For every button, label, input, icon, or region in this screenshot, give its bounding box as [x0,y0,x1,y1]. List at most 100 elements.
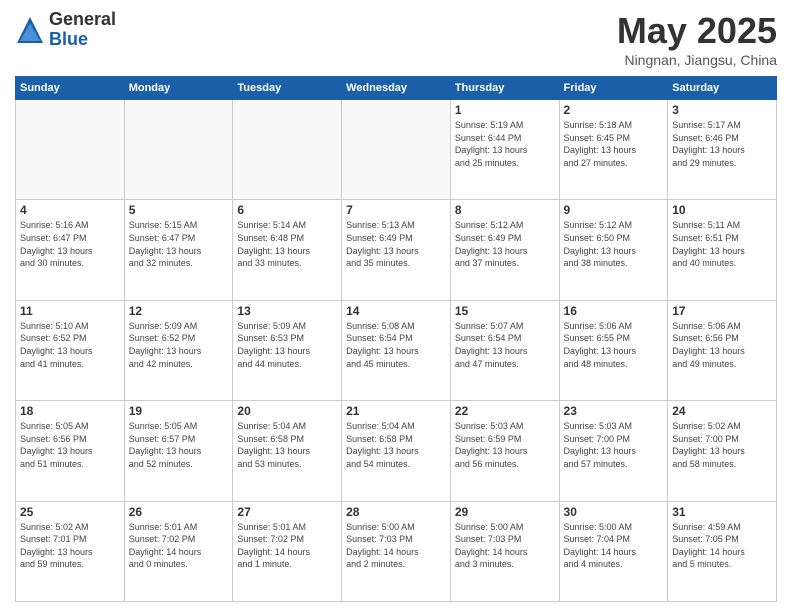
cell-w1-d3 [342,100,451,200]
day-info: Sunrise: 5:09 AM Sunset: 6:52 PM Dayligh… [129,320,229,370]
cell-w2-d6: 10 Sunrise: 5:11 AM Sunset: 6:51 PM Dayli… [668,200,777,300]
day-info: Sunrise: 5:13 AM Sunset: 6:49 PM Dayligh… [346,219,446,269]
day-number: 8 [455,203,555,217]
day-info: Sunrise: 5:08 AM Sunset: 6:54 PM Dayligh… [346,320,446,370]
cell-w1-d5: 2 Sunrise: 5:18 AM Sunset: 6:45 PM Daylig… [559,100,668,200]
logo-general: General [49,10,116,30]
day-number: 12 [129,304,229,318]
cell-w2-d2: 6 Sunrise: 5:14 AM Sunset: 6:48 PM Daylig… [233,200,342,300]
day-info: Sunrise: 5:02 AM Sunset: 7:01 PM Dayligh… [20,521,120,571]
col-saturday: Saturday [668,77,777,100]
day-number: 16 [564,304,664,318]
cell-w5-d6: 31 Sunrise: 4:59 AM Sunset: 7:05 PM Dayli… [668,501,777,601]
day-number: 14 [346,304,446,318]
day-info: Sunrise: 5:04 AM Sunset: 6:58 PM Dayligh… [346,420,446,470]
cell-w2-d5: 9 Sunrise: 5:12 AM Sunset: 6:50 PM Daylig… [559,200,668,300]
cell-w5-d3: 28 Sunrise: 5:00 AM Sunset: 7:03 PM Dayli… [342,501,451,601]
cell-w2-d1: 5Sunrise: 5:15 AM Sunset: 6:47 PM Daylig… [124,200,233,300]
day-info: Sunrise: 5:04 AM Sunset: 6:58 PM Dayligh… [237,420,337,470]
day-number: 9 [564,203,664,217]
day-number: 6 [237,203,337,217]
cell-w3-d5: 16Sunrise: 5:06 AM Sunset: 6:55 PM Dayli… [559,300,668,400]
cell-w2-d0: 4Sunrise: 5:16 AM Sunset: 6:47 PM Daylig… [16,200,125,300]
day-info: Sunrise: 5:11 AM Sunset: 6:51 PM Dayligh… [672,219,772,269]
day-info: Sunrise: 5:03 AM Sunset: 7:00 PM Dayligh… [564,420,664,470]
day-info: Sunrise: 5:17 AM Sunset: 6:46 PM Dayligh… [672,119,772,169]
col-sunday: Sunday [16,77,125,100]
page: General Blue May 2025 Ningnan, Jiangsu, … [0,0,792,612]
cell-w3-d3: 14 Sunrise: 5:08 AM Sunset: 6:54 PM Dayli… [342,300,451,400]
cell-w5-d1: 26 Sunrise: 5:01 AM Sunset: 7:02 PM Dayli… [124,501,233,601]
day-info: Sunrise: 5:03 AM Sunset: 6:59 PM Dayligh… [455,420,555,470]
cell-w1-d4: 1Sunrise: 5:19 AM Sunset: 6:44 PM Daylig… [450,100,559,200]
day-info: Sunrise: 5:05 AM Sunset: 6:57 PM Dayligh… [129,420,229,470]
col-friday: Friday [559,77,668,100]
cell-w4-d1: 19Sunrise: 5:05 AM Sunset: 6:57 PM Dayli… [124,401,233,501]
day-info: Sunrise: 5:07 AM Sunset: 6:54 PM Dayligh… [455,320,555,370]
day-number: 20 [237,404,337,418]
day-number: 25 [20,505,120,519]
day-info: Sunrise: 5:09 AM Sunset: 6:53 PM Dayligh… [237,320,337,370]
cell-w1-d0 [16,100,125,200]
col-wednesday: Wednesday [342,77,451,100]
day-info: Sunrise: 5:05 AM Sunset: 6:56 PM Dayligh… [20,420,120,470]
day-number: 31 [672,505,772,519]
location: Ningnan, Jiangsu, China [617,52,777,68]
cell-w5-d5: 30Sunrise: 5:00 AM Sunset: 7:04 PM Dayli… [559,501,668,601]
logo-icon [15,15,45,45]
day-number: 7 [346,203,446,217]
week-row-1: 1Sunrise: 5:19 AM Sunset: 6:44 PM Daylig… [16,100,777,200]
day-info: Sunrise: 5:18 AM Sunset: 6:45 PM Dayligh… [564,119,664,169]
cell-w3-d1: 12 Sunrise: 5:09 AM Sunset: 6:52 PM Dayli… [124,300,233,400]
col-thursday: Thursday [450,77,559,100]
day-info: Sunrise: 5:06 AM Sunset: 6:56 PM Dayligh… [672,320,772,370]
cell-w3-d4: 15 Sunrise: 5:07 AM Sunset: 6:54 PM Dayli… [450,300,559,400]
logo-blue: Blue [49,30,116,50]
cell-w4-d4: 22 Sunrise: 5:03 AM Sunset: 6:59 PM Dayli… [450,401,559,501]
day-number: 10 [672,203,772,217]
title-area: May 2025 Ningnan, Jiangsu, China [617,10,777,68]
week-row-2: 4Sunrise: 5:16 AM Sunset: 6:47 PM Daylig… [16,200,777,300]
day-number: 2 [564,103,664,117]
day-info: Sunrise: 5:00 AM Sunset: 7:03 PM Dayligh… [346,521,446,571]
day-number: 13 [237,304,337,318]
cell-w5-d0: 25 Sunrise: 5:02 AM Sunset: 7:01 PM Dayli… [16,501,125,601]
header: General Blue May 2025 Ningnan, Jiangsu, … [15,10,777,68]
week-row-5: 25 Sunrise: 5:02 AM Sunset: 7:01 PM Dayli… [16,501,777,601]
calendar-body: 1Sunrise: 5:19 AM Sunset: 6:44 PM Daylig… [16,100,777,602]
cell-w1-d6: 3Sunrise: 5:17 AM Sunset: 6:46 PM Daylig… [668,100,777,200]
cell-w1-d2 [233,100,342,200]
cell-w4-d2: 20 Sunrise: 5:04 AM Sunset: 6:58 PM Dayli… [233,401,342,501]
day-info: Sunrise: 4:59 AM Sunset: 7:05 PM Dayligh… [672,521,772,571]
day-number: 23 [564,404,664,418]
day-info: Sunrise: 5:12 AM Sunset: 6:49 PM Dayligh… [455,219,555,269]
day-info: Sunrise: 5:02 AM Sunset: 7:00 PM Dayligh… [672,420,772,470]
day-info: Sunrise: 5:14 AM Sunset: 6:48 PM Dayligh… [237,219,337,269]
day-number: 1 [455,103,555,117]
cell-w3-d0: 11Sunrise: 5:10 AM Sunset: 6:52 PM Dayli… [16,300,125,400]
day-number: 22 [455,404,555,418]
cell-w4-d3: 21 Sunrise: 5:04 AM Sunset: 6:58 PM Dayli… [342,401,451,501]
day-info: Sunrise: 5:16 AM Sunset: 6:47 PM Dayligh… [20,219,120,269]
week-row-4: 18 Sunrise: 5:05 AM Sunset: 6:56 PM Dayli… [16,401,777,501]
cell-w2-d4: 8 Sunrise: 5:12 AM Sunset: 6:49 PM Daylig… [450,200,559,300]
cell-w4-d5: 23 Sunrise: 5:03 AM Sunset: 7:00 PM Dayli… [559,401,668,501]
day-info: Sunrise: 5:00 AM Sunset: 7:03 PM Dayligh… [455,521,555,571]
col-tuesday: Tuesday [233,77,342,100]
day-number: 30 [564,505,664,519]
cell-w1-d1 [124,100,233,200]
logo-text: General Blue [49,10,116,50]
cell-w3-d6: 17 Sunrise: 5:06 AM Sunset: 6:56 PM Dayli… [668,300,777,400]
day-info: Sunrise: 5:12 AM Sunset: 6:50 PM Dayligh… [564,219,664,269]
day-number: 21 [346,404,446,418]
day-number: 28 [346,505,446,519]
day-number: 18 [20,404,120,418]
day-number: 15 [455,304,555,318]
day-info: Sunrise: 5:15 AM Sunset: 6:47 PM Dayligh… [129,219,229,269]
day-number: 17 [672,304,772,318]
day-number: 11 [20,304,120,318]
cell-w5-d2: 27Sunrise: 5:01 AM Sunset: 7:02 PM Dayli… [233,501,342,601]
day-info: Sunrise: 5:01 AM Sunset: 7:02 PM Dayligh… [129,521,229,571]
day-number: 26 [129,505,229,519]
week-row-3: 11Sunrise: 5:10 AM Sunset: 6:52 PM Dayli… [16,300,777,400]
